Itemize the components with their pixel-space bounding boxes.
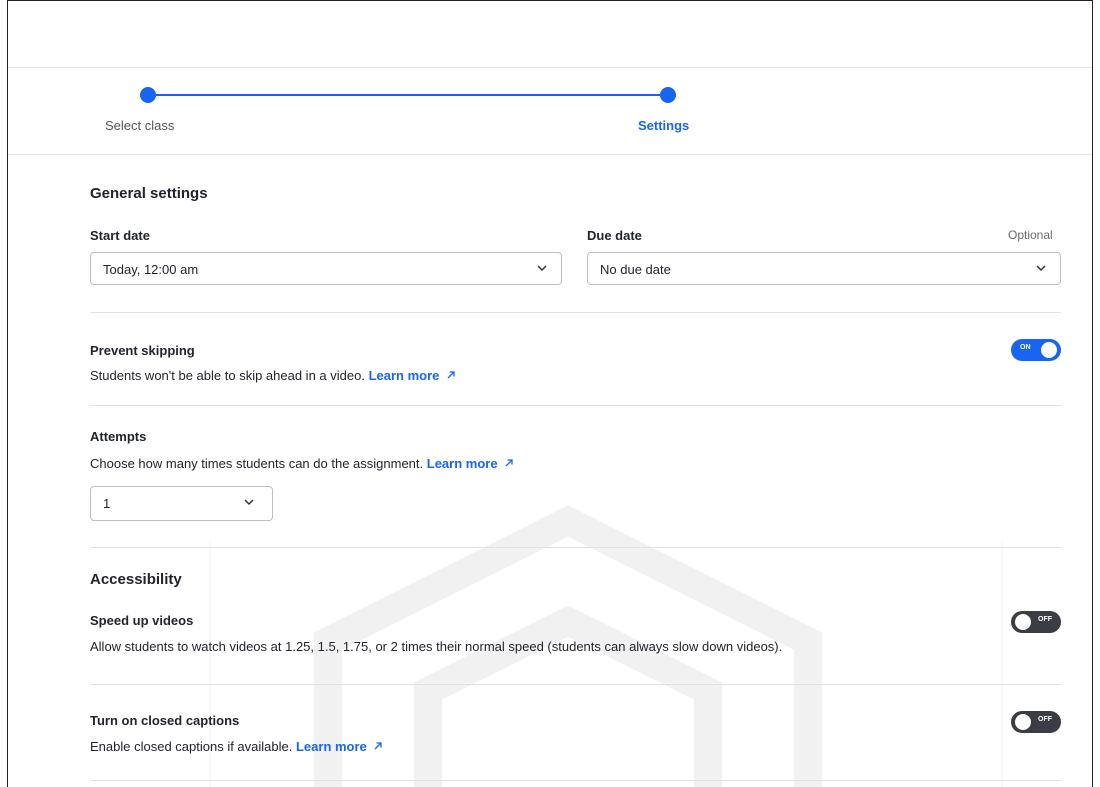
step-dot-settings[interactable] — [660, 87, 676, 103]
general-settings-heading: General settings — [90, 185, 208, 202]
attempts-select[interactable]: 1 — [90, 486, 273, 521]
due-date-optional-label: Optional — [1008, 228, 1053, 242]
chevron-down-icon — [537, 265, 547, 272]
assignment-settings-panel: Select class Settings General settings S… — [7, 0, 1093, 787]
stepper-progress-line — [148, 94, 668, 96]
stepper: Select class Settings — [8, 67, 1092, 155]
external-link-icon[interactable] — [373, 741, 383, 751]
divider — [90, 547, 1061, 548]
chevron-down-icon — [1036, 265, 1046, 272]
attempts-text: Choose how many times students can do th… — [90, 456, 424, 471]
chevron-down-icon — [244, 499, 254, 506]
start-date-label: Start date — [90, 228, 150, 243]
toggle-state-text: OFF — [1038, 716, 1052, 723]
divider — [90, 684, 1061, 685]
accessibility-heading: Accessibility — [90, 571, 182, 588]
step-dot-select-class[interactable] — [140, 87, 156, 103]
closed-captions-toggle[interactable]: OFF — [1011, 711, 1061, 733]
step-label-select-class[interactable]: Select class — [105, 118, 174, 133]
attempts-description: Choose how many times students can do th… — [90, 456, 514, 471]
external-link-icon[interactable] — [504, 458, 514, 468]
due-date-label: Due date — [587, 228, 642, 243]
prevent-skipping-description: Students won't be able to skip ahead in … — [90, 368, 456, 383]
speed-up-videos-title: Speed up videos — [90, 613, 194, 628]
attempts-learn-more-link[interactable]: Learn more — [427, 456, 498, 471]
divider — [90, 780, 1061, 781]
speed-up-videos-description: Allow students to watch videos at 1.25, … — [90, 639, 783, 654]
prevent-skipping-text: Students won't be able to skip ahead in … — [90, 368, 365, 383]
start-date-value: Today, 12:00 am — [103, 262, 199, 277]
closed-captions-description: Enable closed captions if available. Lea… — [90, 739, 383, 754]
speed-up-videos-toggle[interactable]: OFF — [1011, 611, 1061, 633]
toggle-knob — [1041, 342, 1057, 358]
prevent-skipping-toggle[interactable]: ON — [1011, 339, 1061, 361]
prevent-skipping-title: Prevent skipping — [90, 343, 195, 358]
toggle-knob — [1015, 614, 1031, 630]
start-date-select[interactable]: Today, 12:00 am — [90, 252, 562, 285]
attempts-title: Attempts — [90, 429, 147, 444]
due-date-value: No due date — [600, 262, 671, 277]
attempts-value: 1 — [103, 496, 111, 511]
prevent-skipping-learn-more-link[interactable]: Learn more — [369, 368, 440, 383]
closed-captions-text: Enable closed captions if available. — [90, 739, 293, 754]
toggle-state-text: ON — [1020, 344, 1031, 351]
closed-captions-title: Turn on closed captions — [90, 713, 240, 728]
due-date-select[interactable]: No due date — [587, 252, 1061, 285]
step-label-settings[interactable]: Settings — [638, 118, 689, 133]
toggle-state-text: OFF — [1038, 616, 1052, 623]
closed-captions-learn-more-link[interactable]: Learn more — [296, 739, 367, 754]
divider — [90, 312, 1061, 313]
toggle-knob — [1015, 714, 1031, 730]
divider — [90, 405, 1061, 406]
external-link-icon[interactable] — [446, 370, 456, 380]
